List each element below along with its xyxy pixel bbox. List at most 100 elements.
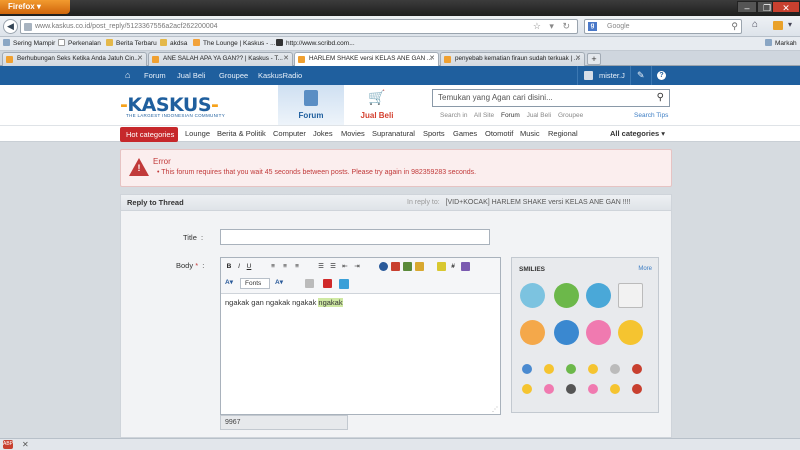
italic-button[interactable]: I — [235, 262, 243, 272]
category-berita-politik[interactable]: Berita & Politik — [217, 126, 266, 142]
smiley-green-icon[interactable] — [554, 283, 579, 308]
jualbeli-tab[interactable]: 🛒 Jual Beli — [344, 85, 410, 125]
back-icon[interactable]: ◀ — [3, 19, 18, 34]
search-scope-groupee[interactable]: Groupee — [558, 112, 583, 119]
addon-icon[interactable] — [773, 21, 783, 30]
category-games[interactable]: Games — [453, 126, 477, 142]
bookmark-item[interactable]: http://www.scribd.com... — [276, 39, 355, 49]
bold-button[interactable]: B — [225, 262, 233, 272]
bookmark-item[interactable]: Perkenalan — [58, 39, 101, 49]
bookmarks-menu[interactable]: Markah — [765, 39, 797, 49]
align-left-icon[interactable]: ≡ — [269, 262, 277, 272]
body-editor[interactable]: B I U ≡ ≡ ≡ ☰ ☰ ⇤ ⇥ # A▾ Fonts A▾ ngakak… — [220, 257, 501, 415]
close-window-icon[interactable]: ✕ — [772, 1, 800, 13]
home-icon[interactable]: ⌂ — [752, 19, 758, 30]
small-smiley-icon[interactable] — [588, 364, 598, 374]
unlink-icon[interactable] — [391, 262, 400, 271]
align-center-icon[interactable]: ≡ — [281, 262, 289, 272]
in-reply-to-thread[interactable]: [VID+KOCAK] HARLEM SHAKE versi KELAS ANE… — [446, 199, 631, 206]
close-addon-bar-icon[interactable]: ✕ — [22, 439, 29, 450]
search-icon[interactable]: ⚲ — [731, 20, 738, 33]
topnav-groupee[interactable]: Groupee — [219, 66, 248, 85]
small-smiley-icon[interactable] — [522, 364, 532, 374]
smiley-blue-icon[interactable] — [520, 283, 545, 308]
small-smiley-icon[interactable] — [588, 384, 598, 394]
smiley-angry-icon[interactable] — [520, 320, 545, 345]
category-regional[interactable]: Regional — [548, 126, 578, 142]
small-smiley-icon[interactable] — [544, 364, 554, 374]
browser-tab[interactable]: penyebab kematian firaun sudah terkuak |… — [440, 52, 585, 66]
home-icon[interactable]: ⌂ — [125, 66, 130, 85]
text-size-button[interactable]: A▾ — [275, 278, 283, 288]
close-tab-icon[interactable]: ✕ — [575, 53, 581, 65]
search-icon[interactable]: ⚲ — [657, 90, 664, 106]
small-smiley-icon[interactable] — [566, 364, 576, 374]
image-icon[interactable] — [403, 262, 412, 271]
forum-tab[interactable]: Forum — [278, 85, 344, 125]
category-supranatural[interactable]: Supranatural — [372, 126, 415, 142]
all-categories-dropdown[interactable]: All categories ▾ — [610, 126, 665, 142]
browser-tab[interactable]: Berhubungan Seks Ketika Anda Jatuh Cin..… — [2, 52, 147, 66]
smiley-repost-icon[interactable] — [618, 283, 643, 308]
smiley-sad-icon[interactable] — [554, 320, 579, 345]
outdent-icon[interactable]: ⇤ — [341, 262, 349, 272]
category-jokes[interactable]: Jokes — [313, 126, 333, 142]
smiley-happy-icon[interactable] — [618, 320, 643, 345]
close-tab-icon[interactable]: ✕ — [137, 53, 143, 65]
menu-icon[interactable]: ▾ — [788, 20, 792, 29]
smilies-more-link[interactable]: More — [638, 266, 652, 272]
numbered-list-icon[interactable]: ☰ — [329, 262, 337, 272]
body-text[interactable]: ngakak gan ngakak ngakak ngakak — [225, 298, 343, 307]
search-scope-allsite[interactable]: All Site — [474, 112, 494, 119]
category-computer[interactable]: Computer — [273, 126, 306, 142]
new-tab-button[interactable]: + — [587, 53, 601, 65]
code-icon[interactable] — [461, 262, 470, 271]
indent-icon[interactable]: ⇥ — [353, 262, 361, 272]
browser-search-input[interactable]: g Google ⚲ — [584, 19, 742, 34]
category-lounge[interactable]: Lounge — [185, 126, 210, 142]
vimeo-icon[interactable] — [339, 279, 349, 289]
youtube-icon[interactable] — [323, 279, 332, 288]
category-music[interactable]: Music — [520, 126, 540, 142]
kaskus-search-input[interactable]: Temukan yang Agan cari disini... ⚲ — [432, 89, 670, 107]
smiley-cool-icon[interactable] — [586, 283, 611, 308]
category-sports[interactable]: Sports — [423, 126, 445, 142]
text-color-button[interactable]: A▾ — [225, 278, 233, 288]
small-smiley-icon[interactable] — [566, 384, 576, 394]
topnav-forum[interactable]: Forum — [144, 66, 166, 85]
browser-tab[interactable]: ANE SALAH APA YA GAN?? | Kaskus - T... ✕ — [148, 52, 293, 66]
category-otomotif[interactable]: Otomotif — [485, 126, 513, 142]
link-icon[interactable] — [379, 262, 388, 271]
title-input[interactable] — [220, 229, 490, 245]
url-actions[interactable]: ☆ ▾ ↻ — [533, 20, 573, 33]
topnav-jualbeli[interactable]: Jual Beli — [177, 66, 205, 85]
help-icon[interactable]: ? — [657, 71, 666, 80]
url-bar[interactable]: www.kaskus.co.id/post_reply/5123367556a2… — [20, 19, 578, 34]
hot-categories-button[interactable]: Hot categories — [120, 127, 178, 142]
small-smiley-icon[interactable] — [544, 384, 554, 394]
align-right-icon[interactable]: ≡ — [293, 262, 301, 272]
close-tab-icon[interactable]: ✕ — [429, 53, 435, 65]
search-scope-forum[interactable]: Forum — [501, 112, 520, 119]
underline-button[interactable]: U — [245, 262, 253, 272]
username-link[interactable]: mister.J — [599, 66, 625, 85]
bullet-list-icon[interactable]: ☰ — [317, 262, 325, 272]
resize-handle-icon[interactable]: ⋰ — [492, 406, 498, 413]
edit-icon[interactable]: ✎ — [637, 66, 645, 85]
small-smiley-icon[interactable] — [522, 384, 532, 394]
smiley-love-icon[interactable] — [586, 320, 611, 345]
small-smiley-icon[interactable] — [610, 384, 620, 394]
spoiler-icon[interactable] — [305, 279, 314, 288]
small-smiley-icon[interactable] — [610, 364, 620, 374]
small-smiley-icon[interactable] — [632, 364, 642, 374]
hashtag-icon[interactable]: # — [449, 262, 457, 272]
browser-tab-active[interactable]: HARLEM SHAKE versi KELAS ANE GAN ... ✕ — [294, 52, 439, 66]
category-movies[interactable]: Movies — [341, 126, 365, 142]
adblock-icon[interactable]: ABP — [3, 440, 13, 449]
font-select[interactable]: Fonts — [240, 278, 270, 289]
search-tips-link[interactable]: Search Tips — [634, 112, 668, 119]
quote-icon[interactable] — [437, 262, 446, 271]
topnav-kaskusradio[interactable]: KaskusRadio — [258, 66, 302, 85]
bookmark-item[interactable]: Sering Mampir — [3, 39, 55, 49]
bookmark-item[interactable]: The Lounge | Kaskus - ... — [193, 39, 276, 49]
